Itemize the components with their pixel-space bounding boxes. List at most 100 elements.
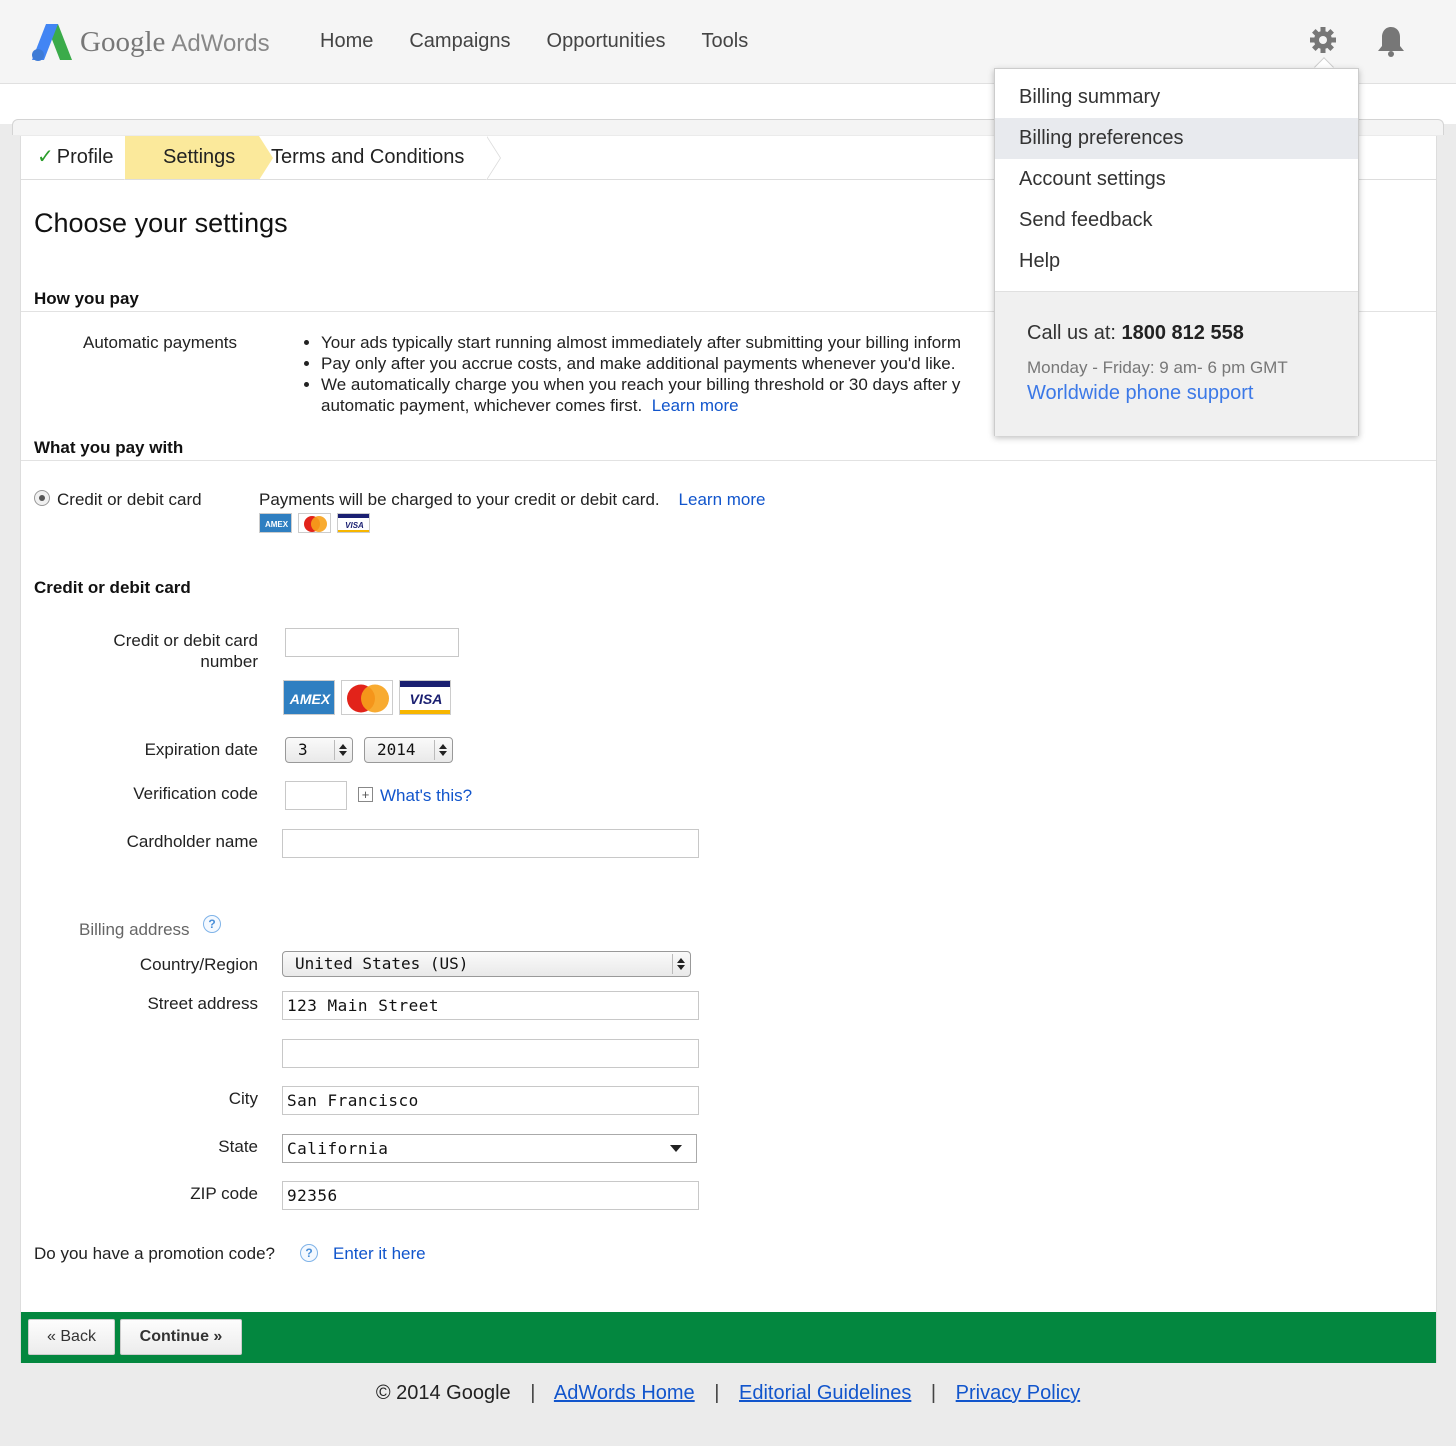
verification-code-label: Verification code [133, 784, 258, 803]
nav-tools[interactable]: Tools [702, 30, 749, 53]
cardholder-name-input[interactable] [282, 829, 699, 858]
editorial-guidelines-link[interactable]: Editorial Guidelines [739, 1382, 911, 1404]
expand-plus-icon[interactable]: + [358, 787, 373, 802]
credit-card-option-label: Credit or debit card [57, 490, 202, 509]
accepted-cards-small: AMEX VISA [259, 513, 370, 533]
page-title: Choose your settings [34, 208, 288, 238]
menu-item-billing-summary[interactable]: Billing summary [995, 77, 1358, 118]
expiration-year-value: 2014 [377, 740, 416, 759]
menu-item-billing-preferences[interactable]: Billing preferences [995, 118, 1358, 159]
svg-text:AMEX: AMEX [289, 691, 332, 707]
gear-icon[interactable] [1308, 25, 1338, 55]
svg-text:AMEX: AMEX [265, 520, 289, 529]
cardholder-name-label: Cardholder name [126, 832, 258, 851]
support-hours: Monday - Friday: 9 am- 6 pm GMT [1027, 358, 1288, 377]
country-select[interactable]: United States (US) [282, 951, 691, 977]
dropdown-arrow-icon [670, 1145, 682, 1152]
nav-opportunities[interactable]: Opportunities [547, 30, 666, 53]
verification-code-input[interactable] [285, 781, 347, 810]
zip-code-label: ZIP code [190, 1184, 258, 1203]
footer-separator: | [930, 1382, 937, 1404]
menu-item-account-settings[interactable]: Account settings [995, 159, 1358, 200]
step-settings-label: Settings [163, 146, 236, 168]
state-value: California [287, 1139, 389, 1158]
mastercard-icon [298, 513, 331, 533]
step-settings[interactable]: Settings [125, 136, 259, 179]
credit-card-radio[interactable] [34, 490, 50, 506]
automatic-payments-label: Automatic payments [83, 333, 238, 352]
select-arrows-icon [672, 954, 686, 974]
bullet-text-cont: automatic payment, whichever comes first… [321, 396, 643, 415]
divider [21, 460, 1436, 461]
city-label: City [228, 1089, 258, 1108]
support-contact-box: Call us at: 1800 812 558 Monday - Friday… [995, 291, 1358, 436]
logo-google-text: Google [80, 25, 166, 58]
billing-address-title: Billing address [79, 920, 190, 939]
logo-wordmark: Google AdWords [80, 26, 270, 59]
street-address-input[interactable]: 123 Main Street [282, 991, 699, 1020]
logo-product-text: AdWords [171, 29, 270, 57]
state-select[interactable]: California [282, 1134, 697, 1163]
amex-icon: AMEX [283, 680, 335, 715]
nav-home[interactable]: Home [320, 30, 373, 53]
help-question-icon[interactable]: ? [203, 915, 221, 933]
expiration-year-select[interactable]: 2014 [364, 737, 453, 763]
footer-separator: | [530, 1382, 536, 1404]
learn-more-link[interactable]: Learn more [679, 490, 766, 509]
help-question-icon[interactable]: ? [300, 1244, 318, 1262]
whats-this-link[interactable]: What's this? [380, 786, 472, 806]
svg-text:VISA: VISA [345, 521, 364, 530]
privacy-policy-link[interactable]: Privacy Policy [956, 1382, 1080, 1404]
menu-item-help[interactable]: Help [995, 241, 1358, 282]
step-terms[interactable]: Terms and Conditions [271, 136, 464, 179]
how-you-pay-title: How you pay [34, 289, 139, 308]
list-item: We automatically charge you when you rea… [321, 374, 1001, 416]
worldwide-phone-support-link[interactable]: Worldwide phone support [1027, 382, 1253, 405]
adwords-logo-icon [32, 24, 72, 61]
card-number-input[interactable] [285, 628, 459, 657]
svg-text:VISA: VISA [410, 691, 443, 707]
notifications-bell-icon[interactable] [1376, 25, 1406, 57]
city-input[interactable]: San Francisco [282, 1086, 699, 1115]
list-item: Pay only after you accrue costs, and mak… [321, 353, 1001, 374]
page-footer: © 2014 Google | AdWords Home | Editorial… [0, 1382, 1456, 1405]
action-bar: « Back Continue » [21, 1312, 1436, 1363]
credit-card-section-title: Credit or debit card [34, 578, 191, 597]
menu-item-send-feedback[interactable]: Send feedback [995, 200, 1358, 241]
payment-method-description: Payments will be charged to your credit … [259, 490, 765, 510]
mastercard-icon [341, 680, 393, 715]
main-nav: Home Campaigns Opportunities Tools [320, 30, 748, 53]
support-phone-number: 1800 812 558 [1121, 322, 1244, 344]
state-label: State [218, 1137, 258, 1156]
street-address-line2-input[interactable] [282, 1039, 699, 1068]
learn-more-link[interactable]: Learn more [652, 396, 739, 415]
settings-dropdown-menu: Billing summary Billing preferences Acco… [994, 68, 1359, 436]
step-profile[interactable]: ✓ Profile [37, 136, 113, 179]
expiration-month-select[interactable]: 3 [285, 737, 353, 763]
accepted-cards-large: AMEX VISA [283, 680, 451, 715]
continue-button[interactable]: Continue » [120, 1319, 242, 1355]
card-number-label-2: number [200, 652, 258, 671]
list-item: Your ads typically start running almost … [321, 332, 1001, 353]
back-button[interactable]: « Back [28, 1319, 115, 1355]
visa-icon: VISA [399, 680, 451, 715]
adwords-logo[interactable]: Google AdWords [32, 22, 270, 62]
step-end-arrow-inner [486, 136, 500, 180]
select-arrows-icon [434, 740, 448, 760]
zip-code-input[interactable]: 92356 [282, 1181, 699, 1210]
call-label: Call us at: [1027, 322, 1116, 344]
nav-campaigns[interactable]: Campaigns [409, 30, 510, 53]
bullet-text: We automatically charge you when you rea… [321, 375, 961, 394]
card-number-label-1: Credit or debit card [113, 631, 258, 650]
step-terms-label: Terms and Conditions [271, 146, 465, 168]
call-us-text: Call us at: 1800 812 558 [1027, 322, 1244, 345]
country-value: United States (US) [295, 954, 469, 973]
enter-promo-link[interactable]: Enter it here [333, 1244, 426, 1264]
checkmark-icon: ✓ [37, 146, 54, 168]
country-label: Country/Region [139, 955, 258, 974]
copyright-text: © 2014 Google [375, 1382, 511, 1404]
payment-method-desc-text: Payments will be charged to your credit … [259, 490, 660, 509]
adwords-home-link[interactable]: AdWords Home [554, 1382, 695, 1404]
visa-icon: VISA [337, 513, 370, 533]
what-you-pay-with-title: What you pay with [34, 438, 184, 457]
